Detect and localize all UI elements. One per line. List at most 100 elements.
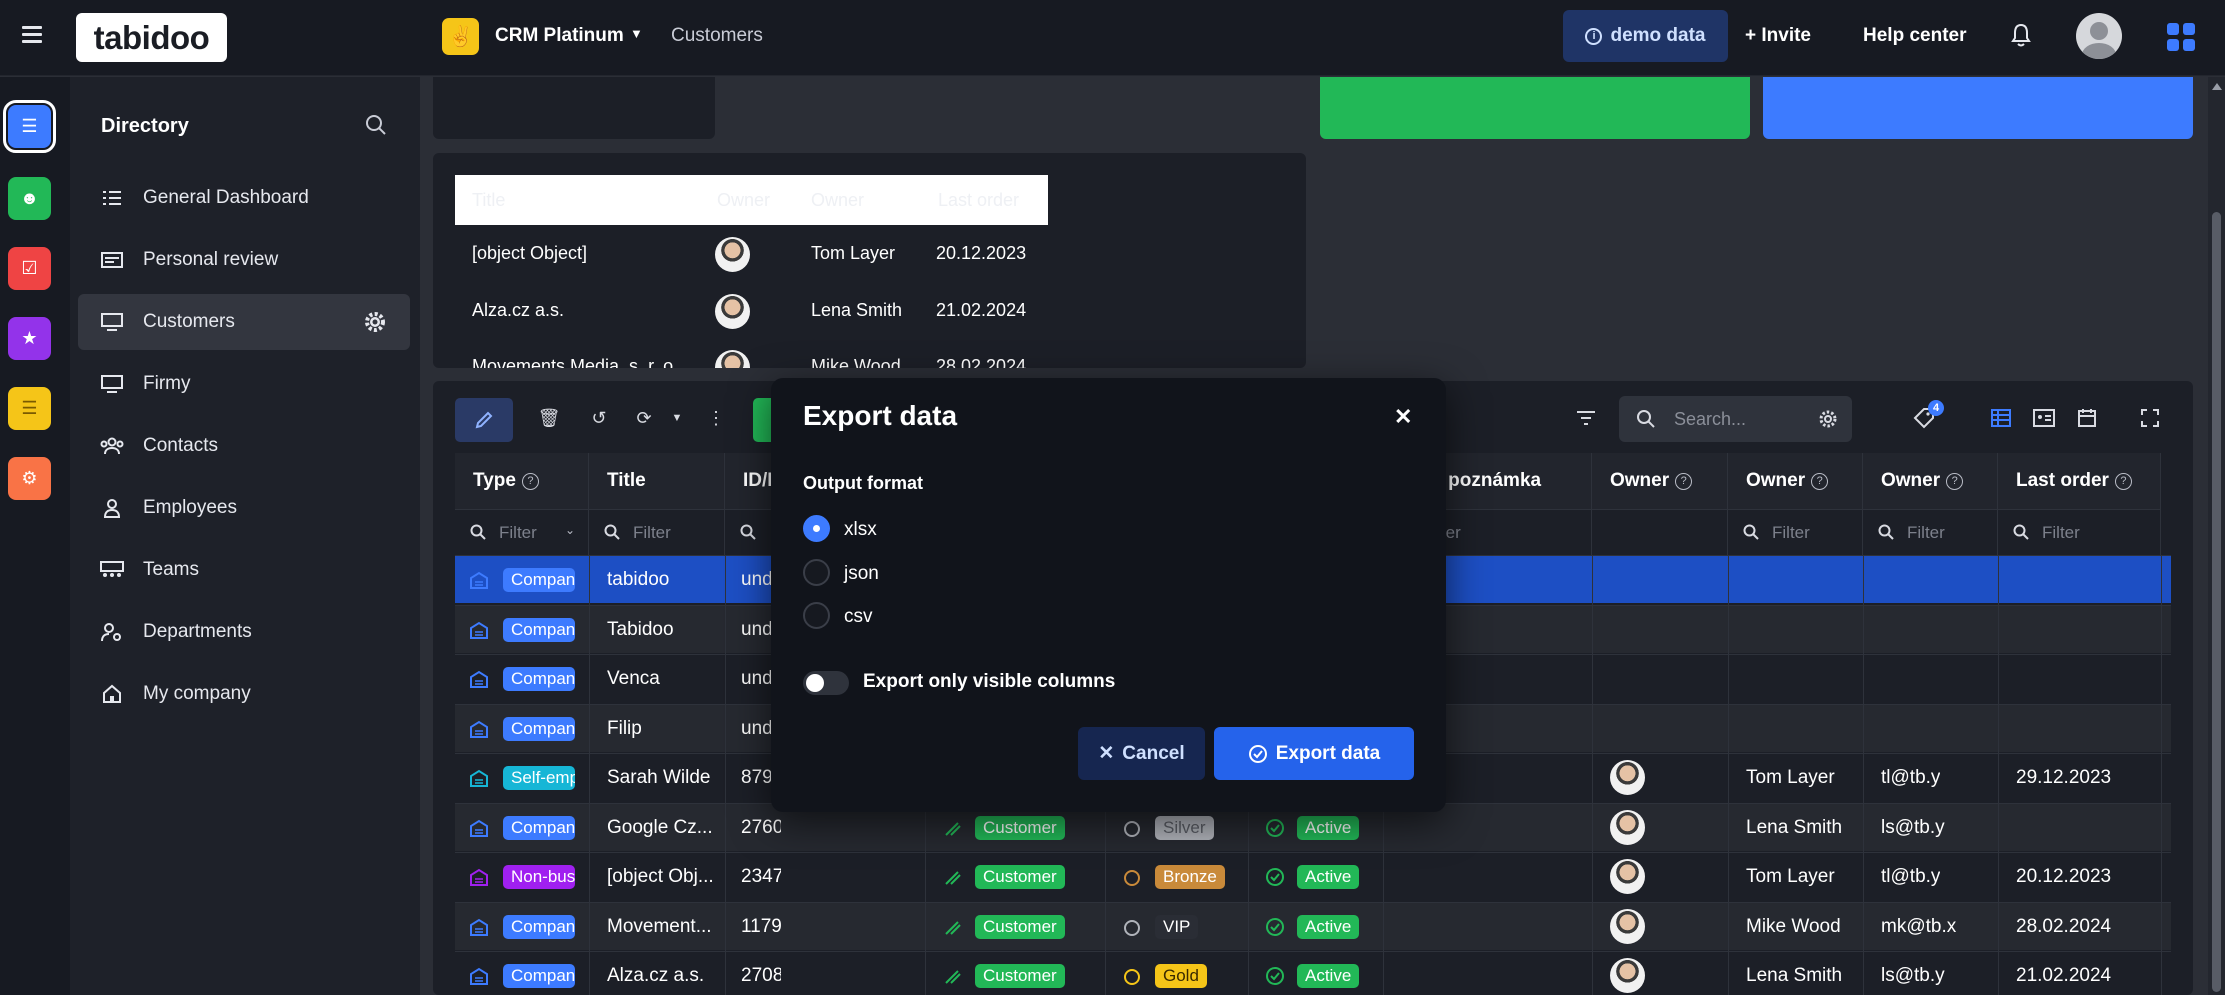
rail-settings-icon[interactable]: ⚙ [8,457,51,500]
filter-owner[interactable] [1592,509,1728,555]
cell-title: Venca [607,668,660,689]
card-view-icon[interactable] [2033,407,2055,429]
delete-icon[interactable]: 🗑 [538,407,561,429]
user-avatar[interactable] [2076,13,2122,59]
radio-json[interactable] [803,559,830,586]
page-scrollbar[interactable] [2208,77,2225,995]
column-header-owner[interactable]: Owner? [1592,453,1728,509]
help-icon[interactable]: ? [1675,473,1693,490]
sidebar-item-firmy[interactable]: Firmy [78,356,410,412]
status-badge: Active [1297,815,1360,840]
app-icon[interactable]: ✌ [442,18,479,55]
chevron-down-icon[interactable]: ⌄ [565,523,575,537]
help-icon[interactable]: ? [521,473,539,490]
sidebar-item-teams[interactable]: Teams [78,542,410,598]
breadcrumb[interactable]: Customers [671,25,763,47]
column-header-label: Owner [1610,470,1670,491]
edit-button[interactable] [455,398,513,442]
rail-clipboard-icon[interactable]: ☰ [8,387,51,430]
column-header-title[interactable]: Title [589,453,725,509]
scrollbar-thumb[interactable] [2212,212,2221,992]
cell-title: tabidoo [607,569,670,590]
table-view-icon[interactable] [1990,407,2012,429]
sidebar-item-label: Contacts [143,435,218,456]
sidebar-item-contacts[interactable]: Contacts [78,418,410,474]
rail-calendar-icon[interactable]: ☑ [8,247,51,290]
rail-contacts-icon[interactable]: ☻ [8,177,51,220]
invite-button[interactable]: + Invite [1745,25,1811,47]
radio-csv[interactable] [803,602,830,629]
table-row[interactable]: Non-bus [object Obj... 234789456 Customer Br… [455,852,2171,900]
help-icon[interactable]: ? [1946,473,1964,490]
column-header-owner-name[interactable]: Owner? [1728,453,1863,509]
sidebar-item-employees[interactable]: Employees [78,480,410,536]
more-vertical-icon[interactable]: ⋮ [705,407,727,429]
invite-label: Invite [1761,25,1811,46]
radio-label-xlsx[interactable]: xlsx [844,519,877,541]
cancel-button[interactable]: ✕ Cancel [1078,727,1205,780]
table-row[interactable]: Compan Alza.cz a.s. 27082440 Customer Gold Ac… [455,951,2171,995]
mini-row-last-order: 20.12.2023 [936,243,1027,263]
chevron-down-icon[interactable]: ▼ [630,26,643,41]
search-icon [604,524,620,540]
help-center-button[interactable]: Help center [1863,25,1966,47]
fullscreen-icon[interactable] [2139,407,2161,429]
column-header-owner-email[interactable]: Owner? [1863,453,1998,509]
gear-icon[interactable] [1818,409,1838,429]
app-name[interactable]: CRM Platinum [495,25,624,47]
filter-title[interactable]: Filter [589,509,725,555]
add-button[interactable] [753,398,773,442]
mini-row-title: Movements Media, s. r. o. [472,356,679,368]
rail-team-icon[interactable]: ★ [8,317,51,360]
sidebar-item-general-dashboard[interactable]: General Dashboard [78,170,410,226]
relation-badge: Customer [975,865,1065,889]
avatar [1610,859,1645,894]
table-row[interactable]: Compan Movement... 11794542 Customer VIP Acti… [455,901,2171,950]
level-icon [1124,820,1140,837]
help-icon[interactable]: ? [2114,473,2132,490]
company-icon [470,769,488,787]
close-icon[interactable]: ✕ [1394,404,1412,430]
column-header-type[interactable]: Type? [455,453,589,509]
sidebar-item-departments[interactable]: Departments [78,604,410,660]
scroll-up-icon[interactable] [2212,83,2222,90]
sidebar-item-personal-review[interactable]: Personal review [78,232,410,288]
filter-last-order[interactable]: Filter [1998,509,2161,555]
filter-owner-name[interactable]: Filter [1728,509,1863,555]
logo[interactable]: tabidoo [76,13,227,62]
filter-type[interactable]: Filter ⌄ [455,509,589,555]
column-header-last-order[interactable]: Last order? [1998,453,2161,509]
export-data-dialog: Export data ✕ Output format xlsx json cs… [771,378,1446,812]
calendar-view-icon[interactable] [2076,407,2098,429]
mini-row-last-order: 28.02.2024 [936,356,1027,368]
search-input[interactable]: Search... [1619,396,1852,442]
demo-data-button[interactable]: i demo data [1563,10,1728,62]
sidebar-item-customers[interactable]: Customers [78,294,410,350]
cell-id: 234789456 [741,866,781,887]
company-icon [470,670,488,688]
sidebar-item-my-company[interactable]: My company [78,666,410,722]
refresh-icon[interactable]: ⟳ [633,407,655,429]
filter-owner-email[interactable]: Filter [1863,509,1998,555]
help-icon[interactable]: ? [1811,473,1829,490]
column-header-label: Last order [2016,470,2109,491]
menu-icon[interactable] [22,26,42,44]
visible-columns-label[interactable]: Export only visible columns [863,671,1115,693]
apps-grid-icon[interactable] [2167,23,2195,51]
rail-directory-icon[interactable]: ☰ [3,100,56,153]
radio-label-json[interactable]: json [844,563,879,585]
chevron-down-icon[interactable]: ▼ [666,407,688,429]
type-badge: Compan [503,716,575,741]
check-circle-icon [1266,868,1284,886]
cell-last-order: 28.02.2024 [2016,915,2112,937]
export-data-button[interactable]: Export data [1214,727,1414,780]
radio-xlsx[interactable] [803,515,830,542]
bell-icon[interactable] [2010,22,2032,48]
filter-icon[interactable] [1575,407,1597,429]
history-icon[interactable]: ↺ [588,407,610,429]
radio-label-csv[interactable]: csv [844,606,873,628]
gear-icon[interactable] [363,310,387,334]
type-badge: Compan [503,964,575,988]
visible-columns-toggle[interactable] [803,671,849,695]
search-icon[interactable] [365,114,387,136]
